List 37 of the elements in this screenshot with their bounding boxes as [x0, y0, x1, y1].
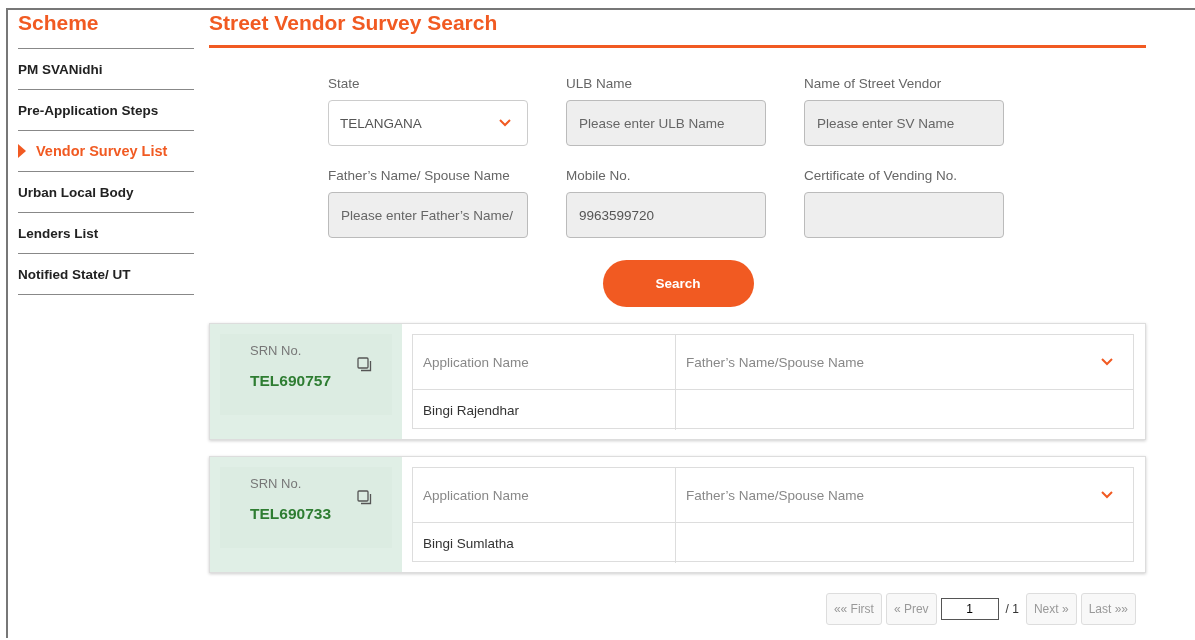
sidebar-item[interactable]: Pre-Application Steps — [18, 90, 194, 131]
chevron-down-icon — [499, 119, 511, 127]
sidebar-item[interactable]: Urban Local Body — [18, 172, 194, 213]
page-total: / 1 — [1005, 602, 1019, 616]
input-field[interactable]: Please enter SV Name — [804, 100, 1004, 146]
page-title: Street Vendor Survey Search — [209, 10, 1146, 48]
sidebar-title: Scheme — [18, 12, 194, 49]
copy-icon[interactable] — [357, 357, 372, 372]
sidebar-item[interactable]: Notified State/ UT — [18, 254, 194, 295]
column-header: Father’s Name/Spouse Name — [686, 487, 865, 503]
state-select[interactable]: TELANGANA — [328, 100, 528, 146]
field-label: ULB Name — [566, 76, 634, 91]
column-header: Father’s Name/Spouse Name — [686, 354, 865, 370]
srn-label: SRN No. — [250, 343, 303, 358]
table-cell: Bingi Rajendhar — [423, 402, 520, 418]
input-field[interactable] — [804, 192, 1004, 238]
srn-number: TEL690733 — [250, 505, 331, 523]
triangle-icon — [18, 144, 26, 158]
input-field[interactable]: Please enter Father’s Name/ — [328, 192, 528, 238]
column-header: Application Name — [423, 487, 529, 503]
copy-icon[interactable] — [357, 490, 372, 505]
field-label: State — [328, 76, 361, 91]
field-label: Mobile No. — [566, 168, 632, 183]
input-field[interactable]: Please enter ULB Name — [566, 100, 766, 146]
field-label: Certificate of Vending No. — [804, 168, 959, 183]
field-label: Father’s Name/ Spouse Name — [328, 168, 511, 183]
column-header: Application Name — [423, 354, 529, 370]
page-input[interactable]: 1 — [940, 598, 999, 620]
srn-number: TEL690757 — [250, 372, 331, 390]
sidebar-item[interactable]: PM SVANidhi — [18, 49, 194, 90]
sidebar-item[interactable]: Lenders List — [18, 213, 194, 254]
srn-label: SRN No. — [250, 476, 303, 491]
chevron-down-icon[interactable] — [1101, 491, 1113, 499]
chevron-down-icon[interactable] — [1101, 358, 1113, 366]
input-field[interactable]: 9963599720 — [566, 192, 766, 238]
table-cell: Bingi Sumlatha — [423, 535, 514, 551]
field-label: Name of Street Vendor — [804, 76, 943, 91]
